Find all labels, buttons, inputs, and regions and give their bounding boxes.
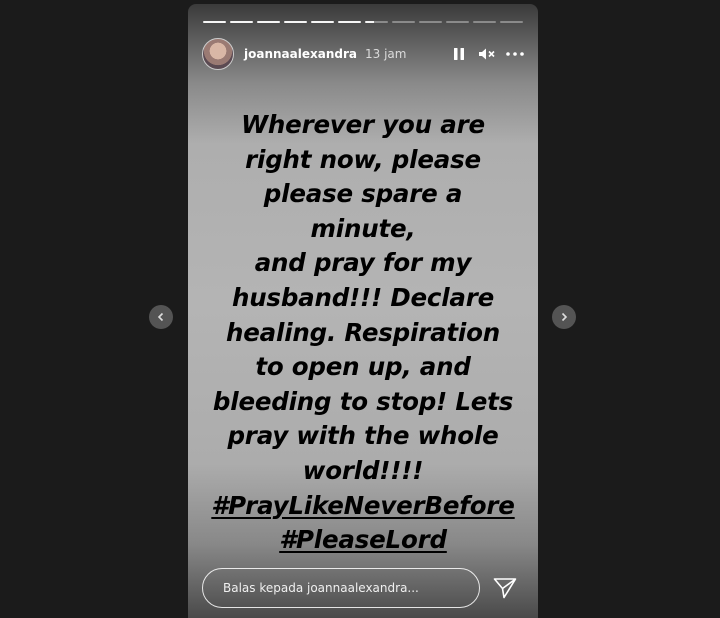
- send-button[interactable]: [492, 575, 518, 601]
- previous-story-button[interactable]: [149, 305, 173, 329]
- progress-segment: [257, 21, 280, 23]
- hashtag-link[interactable]: #PrayLikeNeverBefore: [208, 489, 518, 524]
- send-icon: [493, 578, 517, 599]
- story-text-line: world!!!!: [302, 455, 424, 485]
- avatar[interactable]: [202, 38, 234, 70]
- story-text-line: bleeding to stop! Lets: [212, 386, 514, 416]
- reply-bar: [202, 567, 524, 609]
- story-text: Wherever you are right now, please pleas…: [208, 108, 518, 558]
- progress-segment: [446, 21, 469, 23]
- story-viewer[interactable]: joannaalexandra 13 jam Wherever you are …: [188, 4, 538, 618]
- muted-speaker-icon: [479, 48, 495, 60]
- story-header: joannaalexandra 13 jam: [202, 37, 524, 71]
- story-text-line: healing. Respiration: [226, 317, 500, 347]
- story-text-line: to open up, and: [255, 352, 471, 382]
- progress-segment: [203, 21, 226, 23]
- progress-segment: [230, 21, 253, 23]
- progress-segment: [419, 21, 442, 23]
- story-text-line: husband!!! Declare: [231, 282, 495, 312]
- username-link[interactable]: joannaalexandra: [244, 47, 357, 61]
- post-time: 13 jam: [364, 47, 407, 61]
- progress-segment: [311, 21, 334, 23]
- pause-icon: [454, 48, 464, 60]
- chevron-left-icon: [157, 312, 164, 322]
- progress-segment: [500, 21, 523, 23]
- more-options-icon: [506, 52, 524, 56]
- hashtag-link[interactable]: #PleaseLord: [208, 523, 518, 558]
- story-text-line: Wherever you are: [241, 110, 485, 139]
- story-text-line: and pray for my: [254, 248, 472, 278]
- chevron-right-icon: [561, 312, 568, 322]
- progress-segment: [338, 21, 361, 23]
- story-text-line: pray with the whole: [227, 421, 499, 451]
- story-progress-bar: [203, 21, 523, 23]
- next-story-button[interactable]: [552, 305, 576, 329]
- more-options-button[interactable]: [506, 45, 524, 63]
- progress-segment: [392, 21, 415, 23]
- reply-input[interactable]: [202, 568, 480, 608]
- mute-button[interactable]: [478, 45, 496, 63]
- progress-segment: [284, 21, 307, 23]
- progress-segment: [365, 21, 388, 23]
- pause-button[interactable]: [450, 45, 468, 63]
- story-text-line: please spare a minute,: [263, 179, 463, 243]
- story-text-line: right now, please: [245, 144, 481, 174]
- progress-segment: [473, 21, 496, 23]
- story-controls: [450, 45, 524, 63]
